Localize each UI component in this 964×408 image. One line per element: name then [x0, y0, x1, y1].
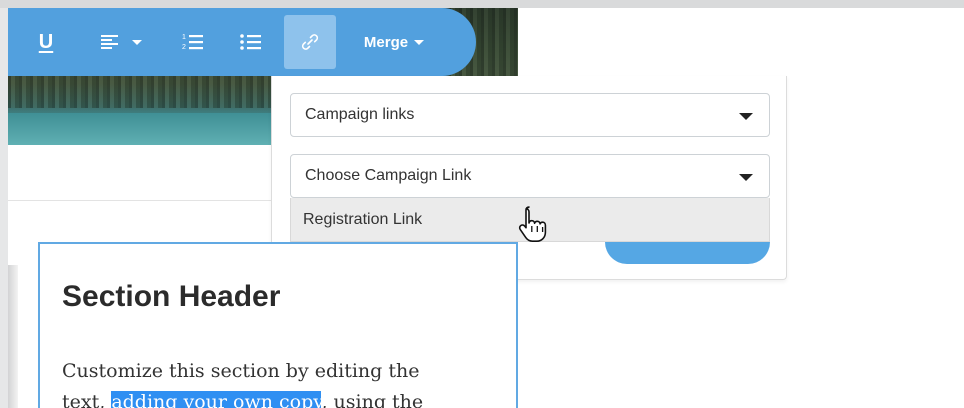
underline-button[interactable]: U — [34, 22, 58, 62]
content-section[interactable]: Section Header Customize this section by… — [38, 242, 518, 408]
underline-icon: U — [38, 30, 54, 53]
link-button[interactable] — [284, 15, 336, 69]
caret-down-icon — [414, 39, 425, 45]
caret-down-icon — [739, 113, 753, 120]
dropdown-option-label: Registration Link — [303, 210, 423, 228]
link-icon — [301, 34, 319, 50]
canvas-left-gutter — [0, 8, 8, 408]
numbered-list-icon: 1 2 — [182, 34, 203, 51]
canvas-shadow — [8, 265, 18, 408]
merge-button[interactable]: Merge — [346, 22, 442, 62]
link-type-select[interactable]: Campaign links — [290, 93, 770, 137]
svg-text:1: 1 — [182, 34, 186, 41]
section-header[interactable]: Section Header — [62, 280, 280, 314]
bullet-list-icon — [240, 34, 261, 50]
body-text-end: , using the — [321, 391, 424, 408]
link-type-select-value: Campaign links — [305, 106, 415, 123]
svg-text:2: 2 — [182, 44, 186, 51]
bullet-list-button[interactable] — [234, 22, 268, 62]
align-left-icon — [101, 35, 118, 49]
body-line-2: text, adding your own copy, using the — [62, 387, 502, 408]
merge-label: Merge — [363, 33, 409, 51]
caret-down-icon — [132, 39, 142, 45]
hand-cursor-icon — [518, 206, 547, 242]
align-button[interactable] — [92, 22, 150, 62]
caret-down-icon — [739, 174, 753, 181]
body-line-1: Customize this section by editing the — [62, 360, 420, 382]
section-body-text[interactable]: Customize this section by editing the te… — [62, 356, 502, 408]
insert-link-button[interactable] — [605, 242, 770, 264]
body-text-start: text, — [62, 391, 112, 408]
content-divider — [8, 200, 272, 201]
selected-text: adding your own copy — [111, 391, 322, 408]
top-border — [0, 0, 964, 8]
campaign-link-select-value: Choose Campaign Link — [305, 167, 472, 184]
campaign-link-select[interactable]: Choose Campaign Link — [290, 154, 770, 198]
rich-text-toolbar: U 1 2 Merge — [8, 8, 476, 76]
numbered-list-button[interactable]: 1 2 — [176, 22, 210, 62]
